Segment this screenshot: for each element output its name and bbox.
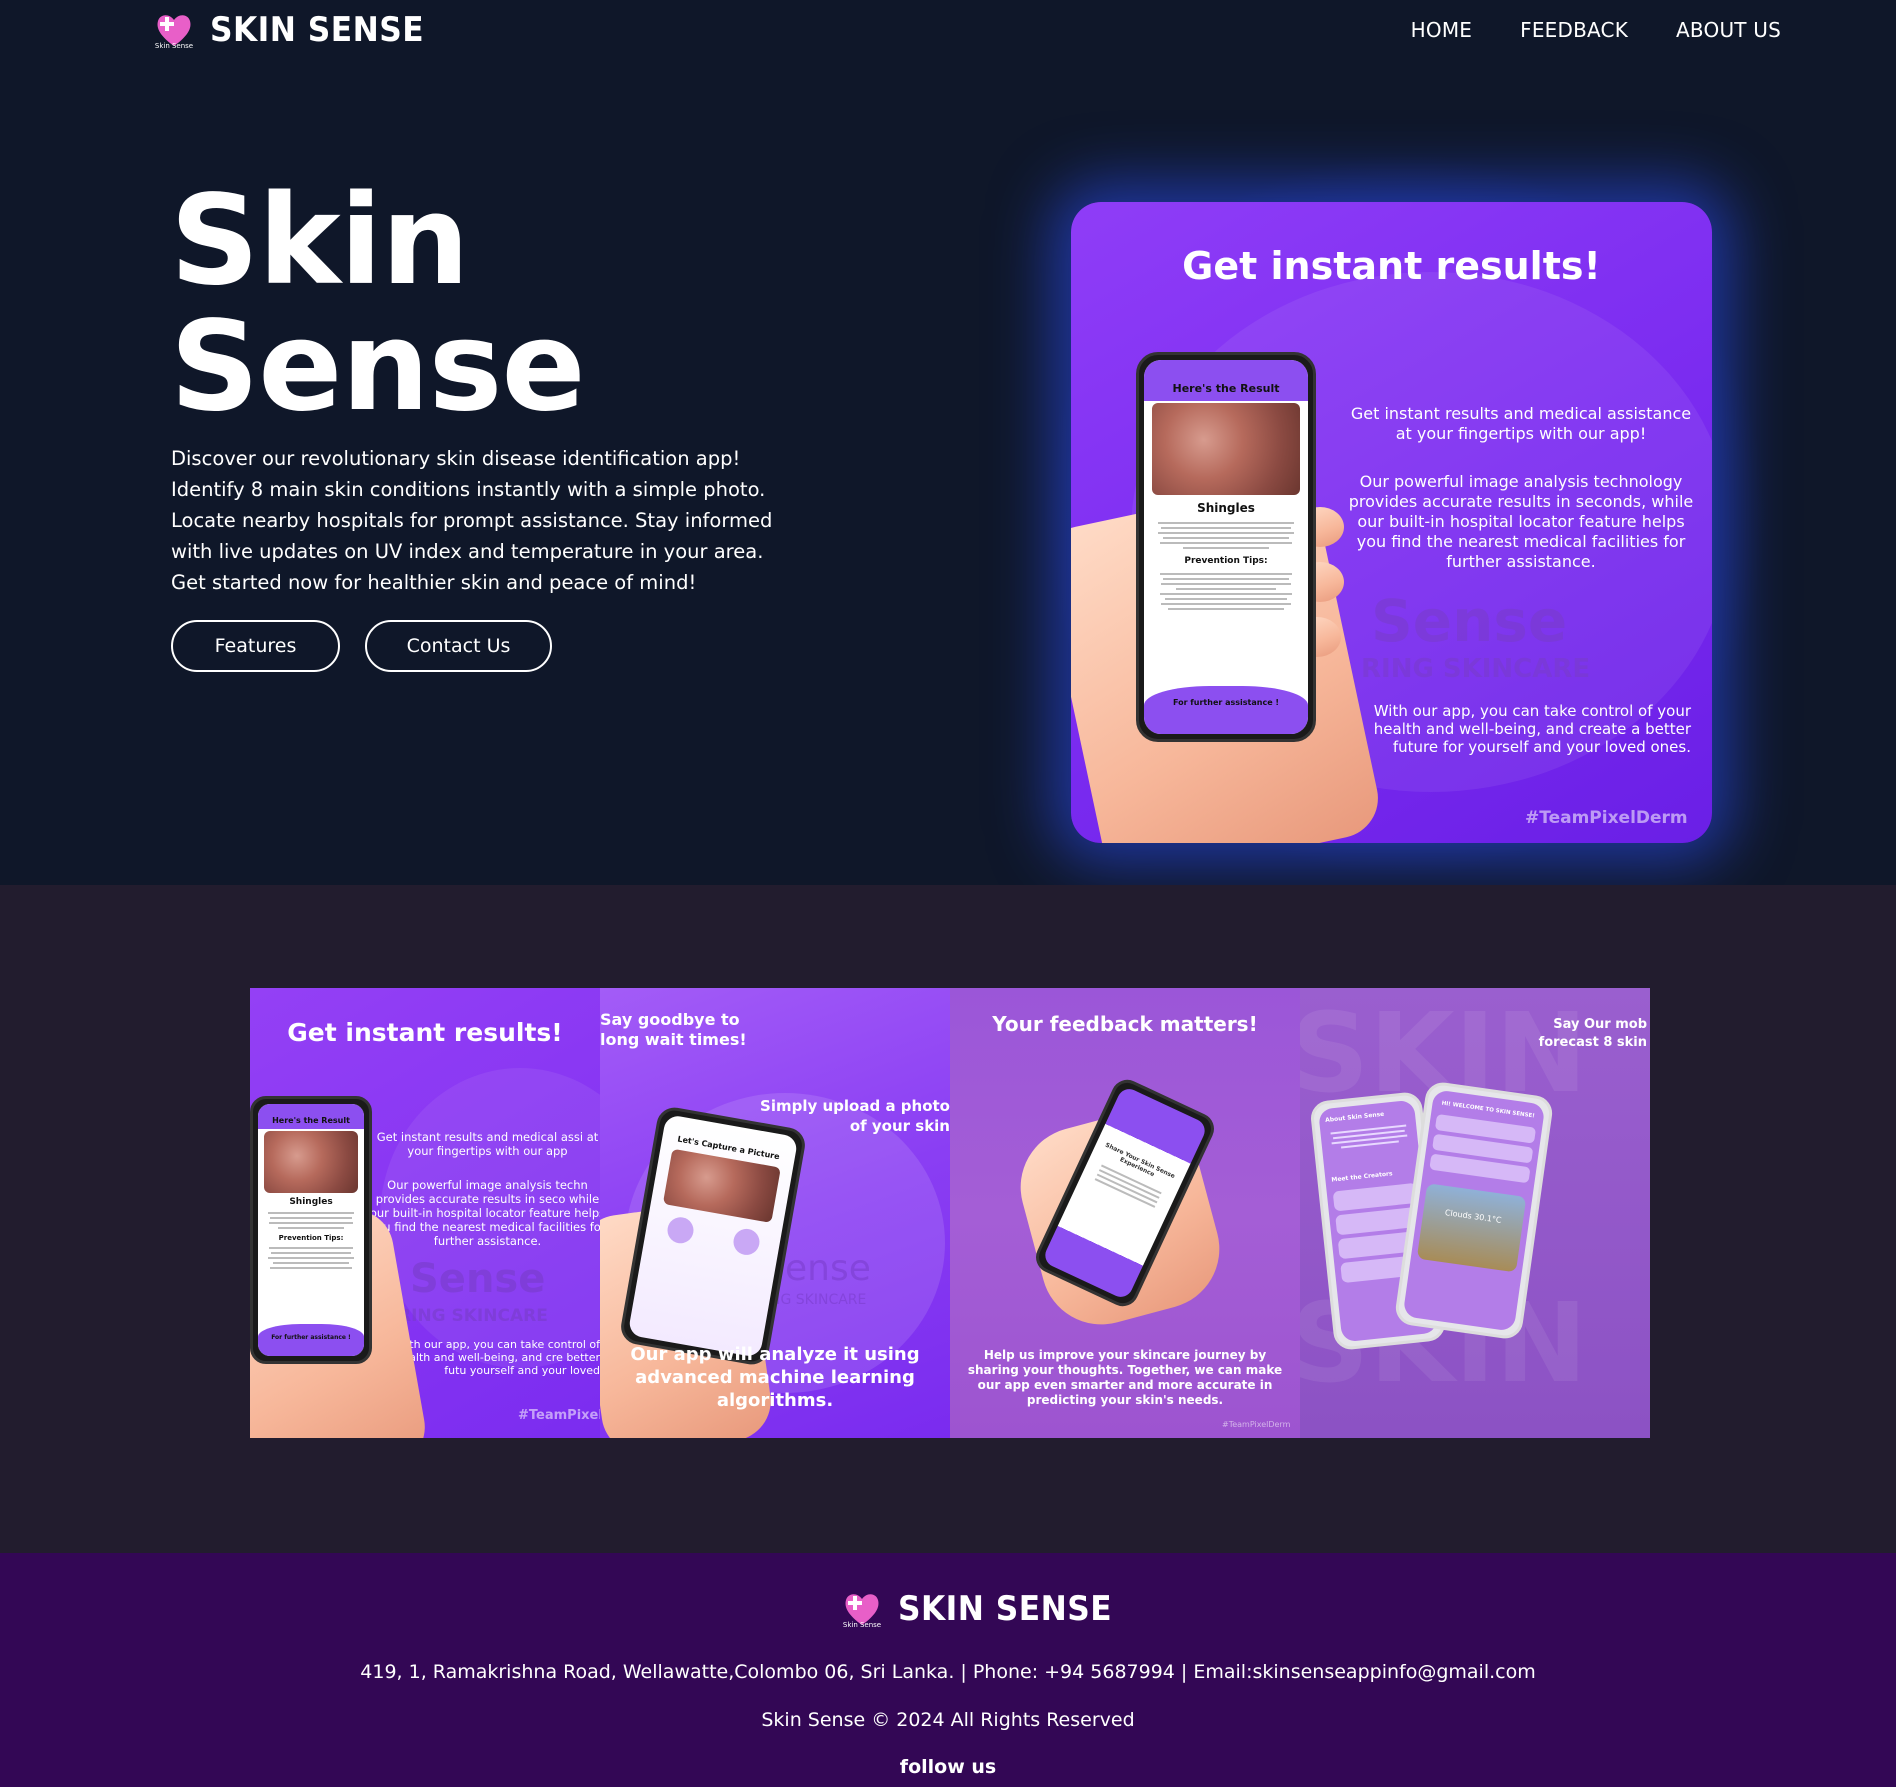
hero-description: Discover our revolutionary skin disease … <box>171 447 773 594</box>
phone-mockup: Here's the Result Shingles Prevention Ti… <box>250 1096 372 1364</box>
footer-copyright: Skin Sense © 2024 All Rights Reserved <box>761 1709 1135 1731</box>
tile3-title: Your feedback matters! <box>992 1012 1258 1036</box>
svg-text:Skin Sense: Skin Sense <box>155 42 193 50</box>
tile1-watermark: Sense <box>410 1256 546 1302</box>
skin-photo <box>662 1148 781 1223</box>
footer-contact-info: 419, 1, Ramakrishna Road, Wellawatte,Col… <box>360 1661 1536 1683</box>
phone-tips-lines <box>1144 566 1308 617</box>
tile1-title: Get instant results! <box>287 1018 563 1047</box>
tile3-text: Help us improve your skincare journey by… <box>967 1348 1283 1407</box>
skin-photo <box>1152 403 1300 495</box>
phone-text-lines <box>1144 515 1308 556</box>
hero-card-watermark2: RING SKINCARE <box>1361 654 1591 684</box>
brand[interactable]: Skin Sense SKIN SENSE <box>152 8 443 52</box>
footer-brand-name: SKIN SENSE <box>898 1589 1113 1629</box>
tile2-title: Say goodbye to long wait times! <box>600 1010 747 1049</box>
phone-text-lines <box>258 1207 364 1234</box>
phone-mockup: Here's the Result Shingles Prevention Ti… <box>1136 352 1316 742</box>
tile2-watermark: ense <box>785 1248 871 1289</box>
tile2-watermark2: NG SKINCARE <box>770 1292 867 1308</box>
contact-us-button[interactable]: Contact Us <box>365 620 552 672</box>
nav-home[interactable]: HOME <box>1411 18 1472 42</box>
nav-about-us[interactable]: ABOUT US <box>1676 18 1781 42</box>
heart-plus-logo-icon: Skin Sense <box>840 1587 884 1631</box>
phone-header: Here's the Result <box>1144 360 1308 401</box>
carousel-slide-app-screens: SKIN SKIN Say Our mob forecast 8 skin Ab… <box>1300 988 1650 1438</box>
carousel-slide-feedback: Your feedback matters! Share Your Skin S… <box>950 988 1300 1438</box>
svg-text:Skin Sense: Skin Sense <box>843 1621 881 1629</box>
top-navbar: Skin Sense SKIN SENSE HOME FEEDBACK ABOU… <box>0 0 1896 64</box>
image-carousel[interactable]: Get instant results! Get instant results… <box>250 988 1650 1438</box>
phone-screen: Let's Capture a Picture <box>627 1114 799 1358</box>
phone-tips-title: Prevention Tips: <box>1184 556 1268 566</box>
hero-card-watermark: Sense <box>1371 587 1568 655</box>
phone-condition: Shingles <box>1197 501 1255 515</box>
carousel-slide-upload-photo: Say goodbye to long wait times! Simply u… <box>600 988 950 1438</box>
hero-card-tag: #TeamPixelDerm <box>1525 808 1688 828</box>
camera-icon <box>664 1215 696 1246</box>
features-button[interactable]: Features <box>171 620 340 672</box>
tile1-watermark2: RING SKINCARE <box>398 1306 548 1326</box>
hero-title-line1: Skin <box>170 169 470 313</box>
tile1-tag: #TeamPixelD <box>518 1408 600 1423</box>
phone-screen: Here's the Result Shingles Prevention Ti… <box>1144 360 1308 734</box>
nav-links: HOME FEEDBACK ABOUT US <box>1411 18 1781 42</box>
carousel-slide-instant-results: Get instant results! Get instant results… <box>250 988 600 1438</box>
footer-brand: Skin Sense SKIN SENSE <box>840 1587 1131 1631</box>
phone-assist: For further assistance ! <box>258 1324 364 1356</box>
hero-promo-card: Get instant results! Get instant results… <box>1071 202 1712 843</box>
phone-tips: Prevention Tips: <box>278 1234 344 1242</box>
hero-title-line2: Sense <box>170 295 586 439</box>
hero-card-text1: Get instant results and medical assistan… <box>1350 404 1692 443</box>
hero-card-text3: With our app, you can take control of yo… <box>1373 702 1691 756</box>
hero-title: Skin Sense <box>170 178 586 430</box>
phone-screen: HI! WELCOME TO SKIN SENSE! Clouds 30.1°C <box>1402 1089 1546 1332</box>
phone-condition: Shingles <box>289 1197 333 1207</box>
tile2-analyze: Our app will analyze it using advanced m… <box>630 1344 920 1411</box>
phone2-weather: Clouds 30.1°C <box>1416 1183 1527 1273</box>
footer: Skin Sense SKIN SENSE 419, 1, Ramakrishn… <box>0 1553 1896 1787</box>
brand-name: SKIN SENSE <box>210 10 425 50</box>
phone-assist: For further assistance ! <box>1144 686 1308 734</box>
phone-header: Here's the Result <box>258 1104 364 1129</box>
hero-card-title: Get instant results! <box>1182 244 1601 288</box>
heart-plus-logo-icon: Skin Sense <box>152 8 196 52</box>
nav-feedback[interactable]: FEEDBACK <box>1520 18 1628 42</box>
footer-follow-us[interactable]: follow us <box>0 1756 1896 1778</box>
phone-screen: Here's the Result Shingles Prevention Ti… <box>258 1104 364 1356</box>
tile1-text1: Get instant results and medical assi at … <box>376 1130 599 1158</box>
tile4-text: Say Our mob forecast 8 skin <box>1538 1017 1647 1050</box>
hero-card-text2: Our powerful image analysis technology p… <box>1348 472 1694 571</box>
skin-photo <box>264 1131 358 1193</box>
gallery-icon <box>730 1226 762 1257</box>
phone-tips-lines <box>258 1242 364 1274</box>
tile1-text2: Our powerful image analysis techn provid… <box>369 1178 600 1248</box>
hero-section: Skin Sense Discover our revolutionary sk… <box>0 0 1896 885</box>
tile3-tag: #TeamPixelDerm <box>1222 1420 1291 1429</box>
